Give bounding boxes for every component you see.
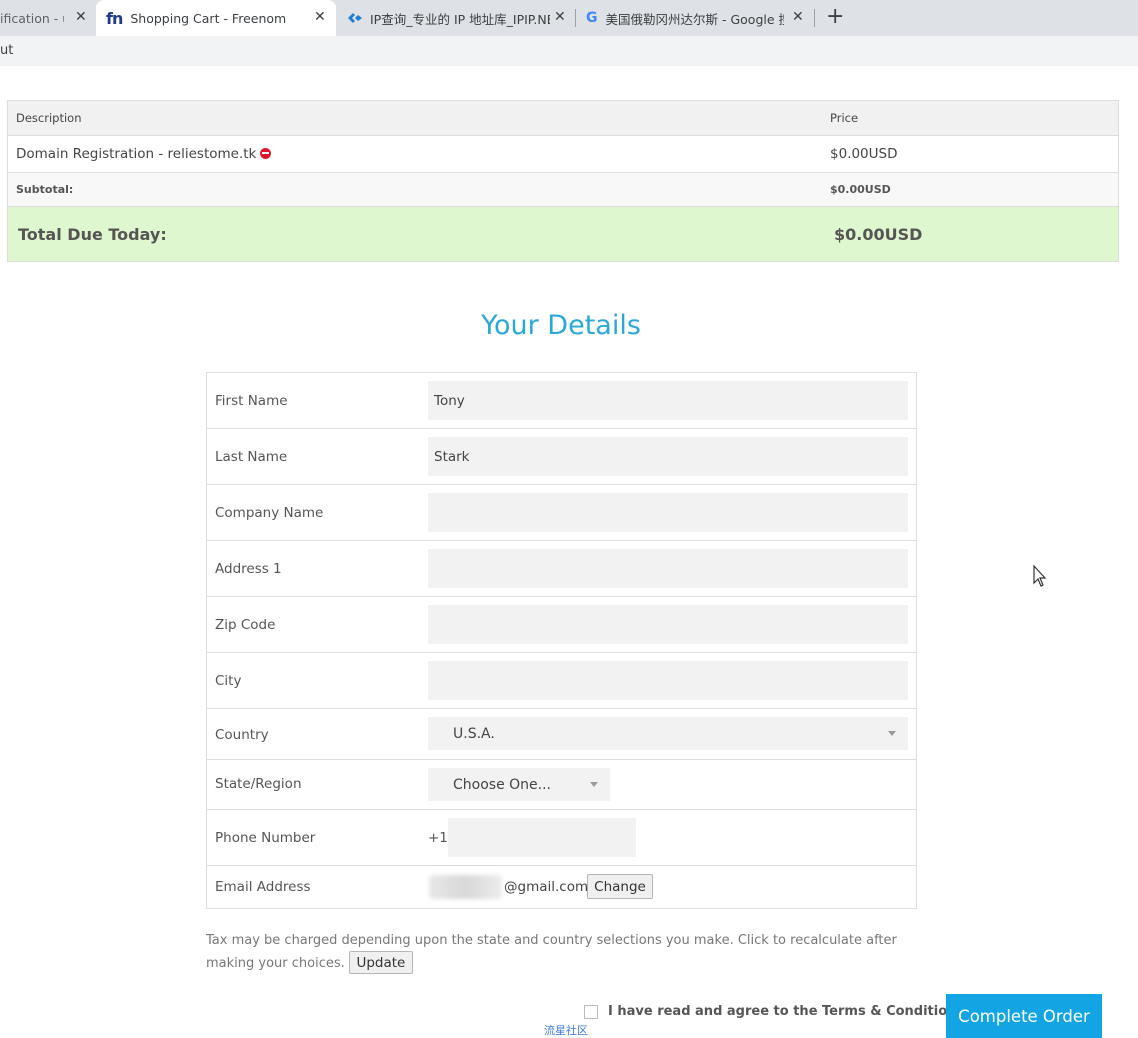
item-description: Domain Registration - reliestome.tk xyxy=(16,146,257,162)
table-header-row: Description Price xyxy=(8,101,1118,136)
column-header-price: Price xyxy=(830,111,859,125)
zip-input[interactable] xyxy=(428,605,908,644)
state-label: State/Region xyxy=(215,776,302,792)
close-icon[interactable]: ✕ xyxy=(792,9,804,25)
email-redacted xyxy=(429,875,502,899)
email-label: Email Address xyxy=(215,879,311,895)
table-row: Domain Registration - reliestome.tk $0.0… xyxy=(8,136,1118,173)
remove-icon[interactable] xyxy=(260,147,272,159)
total-value: $0.00USD xyxy=(834,224,923,244)
form-row-email: Email Address @gmail.com Change xyxy=(207,866,916,908)
tab-title: ification - u xyxy=(0,10,64,26)
tab-separator xyxy=(814,9,815,27)
phone-prefix: +1 xyxy=(428,830,448,846)
last-name-label: Last Name xyxy=(215,449,288,465)
form-row-city: City xyxy=(207,653,916,709)
new-tab-icon[interactable]: + xyxy=(826,4,844,29)
bookmarks-bar: ut xyxy=(0,36,1138,66)
company-input[interactable] xyxy=(428,493,908,532)
chevron-down-icon xyxy=(888,731,896,736)
address1-input[interactable] xyxy=(428,549,908,588)
tab-title: IP查询_专业的 IP 地址库_IPIP.NE xyxy=(370,11,550,27)
form-row-address1: Address 1 xyxy=(207,541,916,597)
browser-tab-bar: ification - u ✕ fn Shopping Cart - Freen… xyxy=(0,0,1138,36)
zip-label: Zip Code xyxy=(215,617,276,633)
tax-note: Tax may be charged depending upon the st… xyxy=(206,930,926,975)
form-row-last-name: Last Name Stark xyxy=(207,429,916,485)
terms-checkbox[interactable] xyxy=(584,1004,598,1019)
mouse-cursor-icon xyxy=(1033,564,1047,587)
column-header-description: Description xyxy=(16,111,82,125)
item-price: $0.00USD xyxy=(830,146,898,162)
form-row-phone: Phone Number +1 xyxy=(207,810,916,866)
terms-agreement: I have read and agree to the Terms & Con… xyxy=(584,1004,964,1019)
state-select-value: Choose One... xyxy=(453,776,551,793)
form-row-state: State/Region Choose One... xyxy=(207,760,916,810)
ipip-logo-icon xyxy=(348,13,362,23)
cart-table: Description Price Domain Registration - … xyxy=(7,100,1119,262)
section-heading: Your Details xyxy=(481,310,641,341)
details-form: First Name Tony Last Name Stark Company … xyxy=(206,372,917,909)
subtotal-value: $0.00USD xyxy=(830,183,891,196)
form-row-zip: Zip Code xyxy=(207,597,916,653)
tab-google[interactable]: G 美国俄勒冈州达尔斯 - Google 搜 ✕ xyxy=(578,0,814,36)
chevron-down-icon xyxy=(590,782,598,787)
tab-shopping-cart[interactable]: fn Shopping Cart - Freenom ✕ xyxy=(96,0,336,36)
total-row: Total Due Today: $0.00USD xyxy=(8,207,1118,261)
state-select[interactable]: Choose One... xyxy=(428,768,610,801)
tab-title: 美国俄勒冈州达尔斯 - Google 搜 xyxy=(605,11,784,27)
last-name-input[interactable]: Stark xyxy=(428,437,908,476)
freenom-logo-icon: fn xyxy=(106,8,123,28)
email-value: @gmail.com xyxy=(504,879,589,895)
address1-label: Address 1 xyxy=(215,561,282,577)
first-name-input[interactable]: Tony xyxy=(428,381,908,420)
total-label: Total Due Today: xyxy=(18,224,167,244)
terms-label[interactable]: I have read and agree to the Terms & Con… xyxy=(608,1004,964,1019)
tab-verification[interactable]: ification - u ✕ xyxy=(0,0,95,36)
phone-label: Phone Number xyxy=(215,830,316,846)
subtotal-row: Subtotal: $0.00USD xyxy=(8,173,1118,207)
country-select[interactable]: U.S.A. xyxy=(428,717,908,750)
form-row-first-name: First Name Tony xyxy=(207,373,916,429)
tab-separator xyxy=(575,9,576,27)
country-label: Country xyxy=(215,727,269,743)
close-icon[interactable]: ✕ xyxy=(554,9,566,25)
update-button[interactable]: Update xyxy=(348,951,413,974)
form-row-company: Company Name xyxy=(207,485,916,541)
item-description-cell: Domain Registration - reliestome.tk xyxy=(8,146,822,162)
tab-ipip[interactable]: IP查询_专业的 IP 地址库_IPIP.NE ✕ xyxy=(338,0,574,36)
city-label: City xyxy=(215,673,242,689)
country-select-value: U.S.A. xyxy=(453,725,495,742)
company-label: Company Name xyxy=(215,505,324,521)
subtotal-label: Subtotal: xyxy=(16,183,74,196)
city-input[interactable] xyxy=(428,661,908,700)
close-icon[interactable]: ✕ xyxy=(314,9,326,25)
tab-title: Shopping Cart - Freenom xyxy=(130,10,287,26)
phone-input[interactable] xyxy=(448,818,636,857)
close-icon[interactable]: ✕ xyxy=(75,9,87,25)
complete-order-button[interactable]: Complete Order xyxy=(946,994,1102,1038)
change-email-button[interactable]: Change xyxy=(587,874,653,899)
google-logo-icon: G xyxy=(586,10,598,26)
bookmark-item[interactable]: ut xyxy=(0,43,13,58)
tax-note-text: Tax may be charged depending upon the st… xyxy=(206,933,897,971)
first-name-label: First Name xyxy=(215,393,288,409)
form-row-country: Country U.S.A. xyxy=(207,709,916,760)
